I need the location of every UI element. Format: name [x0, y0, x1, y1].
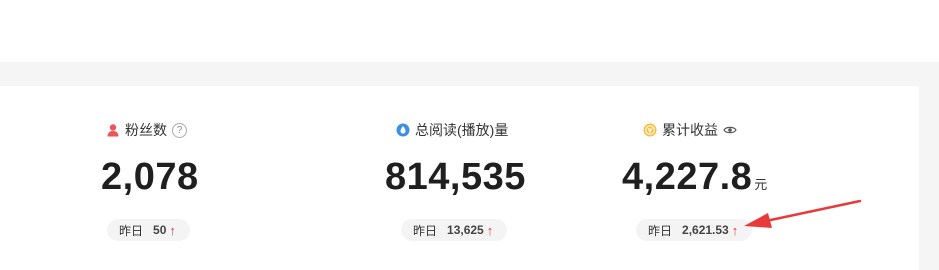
annotation-arrow: [744, 199, 862, 228]
